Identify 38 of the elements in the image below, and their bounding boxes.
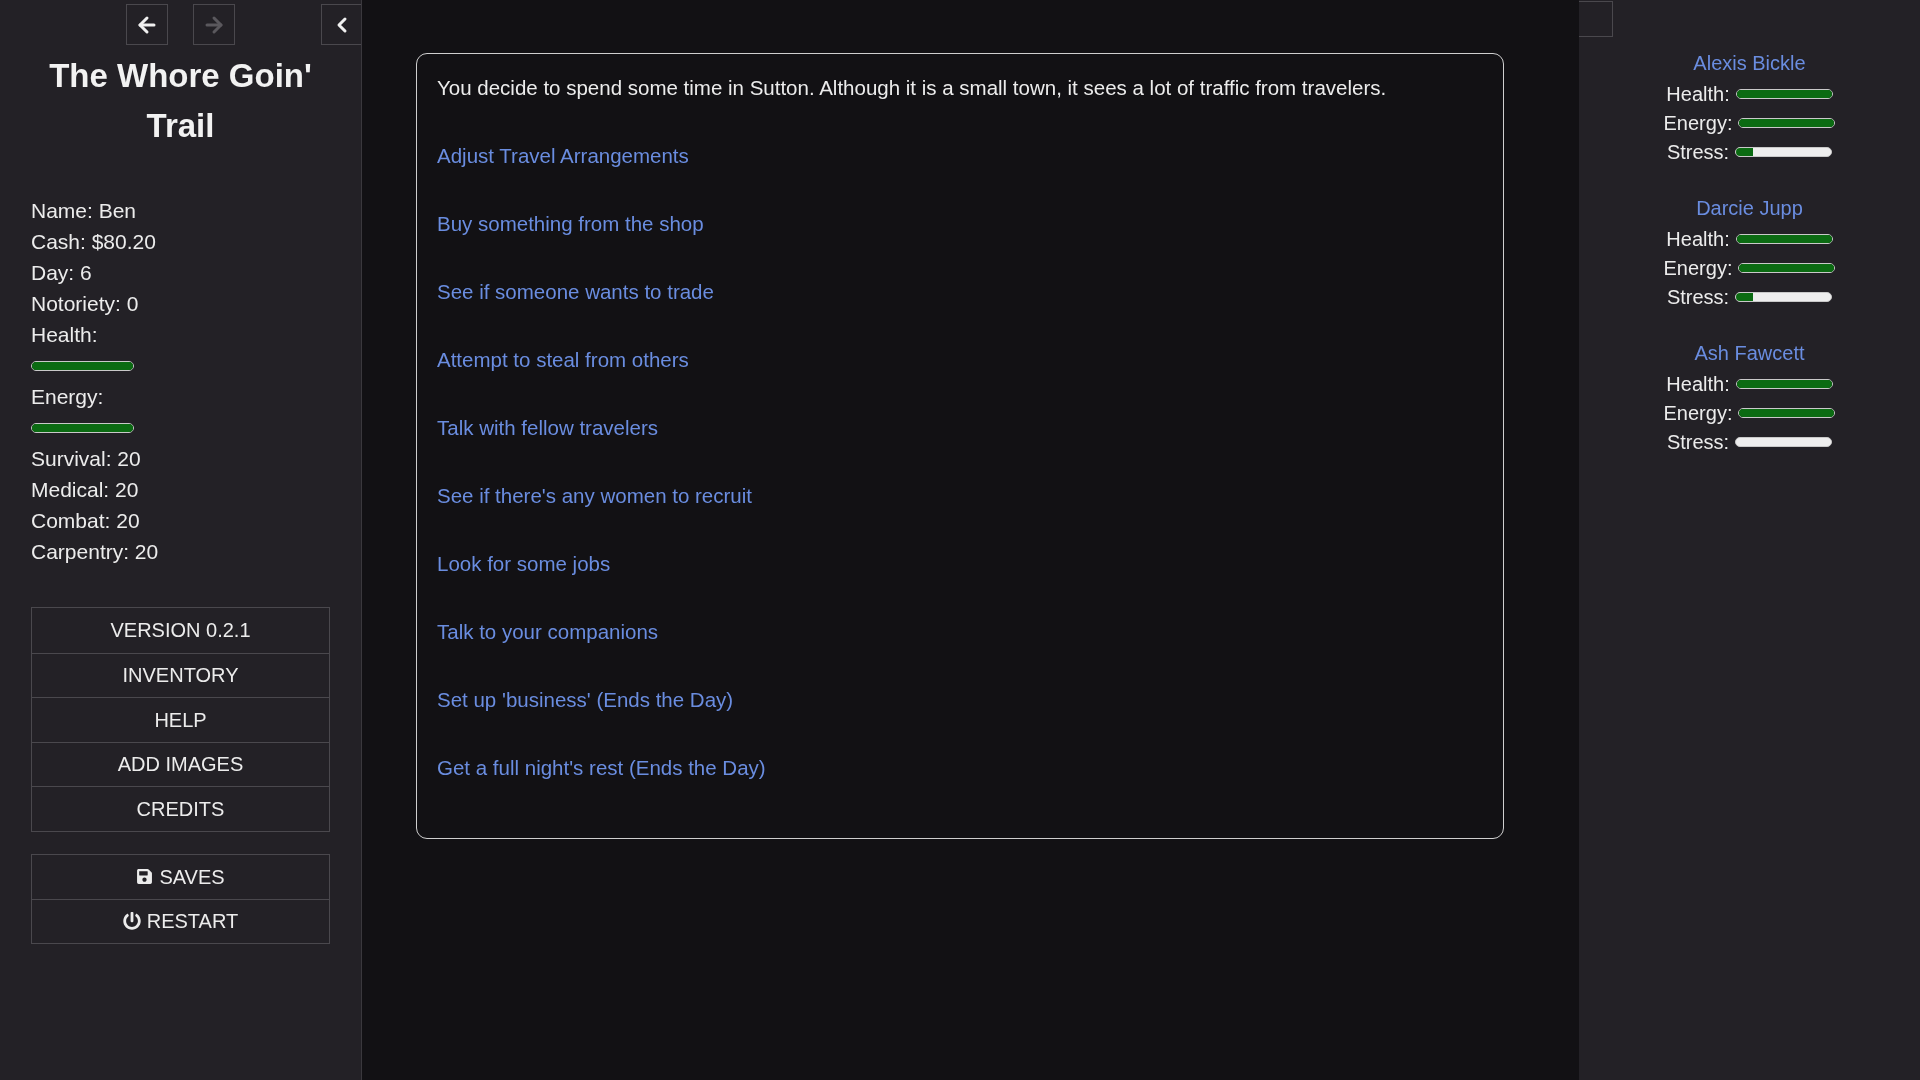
companion-name[interactable]: Ash Fawcett bbox=[1694, 341, 1805, 365]
meter-label: Health: bbox=[1666, 226, 1730, 252]
stat-text: Cash: $80.20 bbox=[31, 229, 156, 255]
choice-link[interactable]: Adjust Travel Arrangements bbox=[437, 144, 689, 168]
stat-label: Health: bbox=[31, 322, 98, 348]
choice-link[interactable]: Get a full night's rest (Ends the Day) bbox=[437, 756, 766, 780]
game-title: The Whore Goin' Trail bbox=[48, 56, 313, 146]
stat-text: Combat: 20 bbox=[31, 508, 140, 534]
story-text: You decide to spend some time in Sutton. Although it is a small town, it sees a lot of traffic from travelers. bbox=[437, 76, 1387, 100]
stat-text: Survival: 20 bbox=[31, 446, 141, 472]
meter-label: Energy: bbox=[1663, 255, 1733, 281]
stat-text: Carpentry: 20 bbox=[31, 539, 159, 565]
stat-text: Day: 6 bbox=[31, 260, 92, 286]
choice-link[interactable]: Look for some jobs bbox=[437, 552, 611, 576]
meter-label: Stress: bbox=[1666, 139, 1730, 165]
stat-text: Notoriety: 0 bbox=[31, 291, 139, 317]
choice-link[interactable]: Attempt to steal from others bbox=[437, 348, 689, 372]
panel-toggle-button[interactable] bbox=[1579, 1, 1613, 37]
meter-label: Energy: bbox=[1663, 400, 1733, 426]
meter-label: Stress: bbox=[1666, 284, 1730, 310]
meter-label: Health: bbox=[1666, 81, 1730, 107]
stat-text: Medical: 20 bbox=[31, 477, 139, 503]
meter-label: Energy: bbox=[1663, 110, 1733, 136]
companion-name[interactable]: Alexis Bickle bbox=[1693, 51, 1806, 75]
companion-name[interactable]: Darcie Jupp bbox=[1696, 196, 1803, 220]
stat-text: Name: Ben bbox=[31, 198, 137, 224]
choice-link[interactable]: See if someone wants to trade bbox=[437, 280, 714, 304]
meter-label: Stress: bbox=[1666, 429, 1730, 455]
choice-link[interactable]: Talk to your companions bbox=[437, 620, 659, 644]
power-icon bbox=[122, 912, 141, 930]
choice-link[interactable]: Buy something from the shop bbox=[437, 212, 704, 236]
back-button[interactable] bbox=[126, 4, 168, 45]
choice-link[interactable]: Set up 'business' (Ends the Day) bbox=[437, 688, 734, 712]
choice-link[interactable]: Talk with fellow travelers bbox=[437, 416, 658, 440]
collapse-sidebar-button[interactable] bbox=[321, 4, 361, 45]
stat-label: Energy: bbox=[31, 384, 104, 410]
meter-label: Health: bbox=[1666, 371, 1730, 397]
choice-link[interactable]: See if there's any women to recruit bbox=[437, 484, 752, 508]
